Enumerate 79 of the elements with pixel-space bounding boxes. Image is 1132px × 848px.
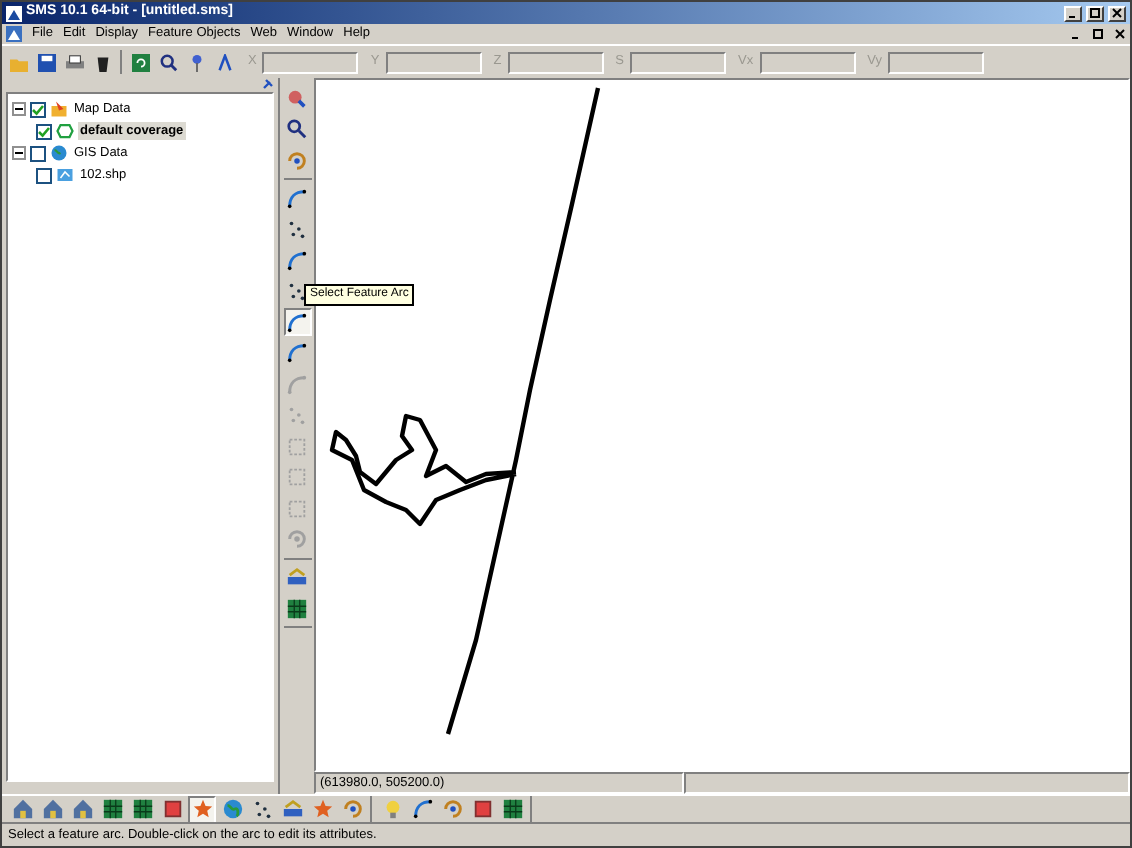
rotate-icon — [286, 149, 308, 171]
search-icon — [159, 53, 177, 71]
folder-icon — [50, 100, 68, 118]
input-field[interactable] — [887, 51, 984, 73]
toolbar-button[interactable] — [212, 50, 236, 74]
points-icon — [286, 280, 308, 302]
maximize-button[interactable] — [1086, 5, 1104, 21]
arc-icon — [286, 311, 308, 333]
arc-icon — [286, 249, 308, 271]
input-field[interactable] — [507, 51, 604, 73]
tool-button[interactable] — [283, 246, 311, 274]
shapefile-icon — [56, 166, 74, 184]
input-field[interactable] — [759, 51, 856, 73]
input-field[interactable] — [262, 51, 359, 73]
folder-icon — [9, 53, 27, 71]
rotate-icon — [286, 528, 308, 550]
tool-button[interactable] — [98, 795, 126, 823]
grid-icon — [101, 798, 123, 820]
restore-icon[interactable] — [1092, 28, 1104, 40]
print-icon — [65, 53, 83, 71]
rotate-icon — [441, 798, 463, 820]
square-icon — [286, 435, 308, 457]
app-icon — [6, 5, 22, 21]
tool-button[interactable] — [283, 308, 311, 336]
tool-button[interactable] — [498, 795, 526, 823]
tool-button[interactable] — [128, 795, 156, 823]
house-icon — [41, 798, 63, 820]
square-icon — [161, 798, 183, 820]
points-icon — [286, 404, 308, 426]
square-icon — [286, 497, 308, 519]
maximize-icon — [1090, 8, 1100, 18]
coverage-icon — [56, 122, 74, 140]
bulb-icon — [381, 798, 403, 820]
arc-icon — [411, 798, 433, 820]
close-icon — [1112, 8, 1122, 18]
close-button[interactable] — [1108, 5, 1126, 21]
globe-icon — [221, 798, 243, 820]
house-icon — [71, 798, 93, 820]
refresh-icon — [131, 53, 149, 71]
grid-icon — [286, 597, 308, 619]
arc-icon — [286, 342, 308, 364]
tool-button[interactable] — [283, 339, 311, 367]
points-icon — [251, 798, 273, 820]
rotate-icon — [341, 798, 363, 820]
toolbar-button[interactable] — [156, 50, 180, 74]
zoom-icon — [286, 87, 308, 109]
tool-button[interactable] — [283, 115, 311, 143]
save-icon — [37, 53, 55, 71]
trash-icon — [93, 53, 111, 71]
globe-icon — [50, 144, 68, 162]
toolbar-button[interactable] — [34, 50, 58, 74]
star-icon — [311, 798, 333, 820]
grid-icon — [131, 798, 153, 820]
toolbar-button[interactable] — [128, 50, 152, 74]
checkbox[interactable] — [30, 101, 46, 117]
checkbox[interactable] — [36, 123, 52, 139]
house-icon — [11, 798, 33, 820]
search-icon — [286, 118, 308, 140]
expander-icon[interactable] — [12, 146, 26, 160]
input-field[interactable] — [630, 51, 727, 73]
points-icon — [286, 218, 308, 240]
tool-button[interactable] — [283, 594, 311, 622]
checkbox[interactable] — [36, 167, 52, 183]
square-icon — [471, 798, 493, 820]
square-icon — [286, 466, 308, 488]
tool-button[interactable] — [408, 795, 436, 823]
grid-icon — [501, 798, 523, 820]
arc-icon — [286, 187, 308, 209]
input-field[interactable] — [385, 51, 482, 73]
checkbox[interactable] — [30, 145, 46, 161]
arc-icon — [286, 373, 308, 395]
star-icon — [191, 798, 213, 820]
close-icon[interactable] — [1114, 28, 1126, 40]
layers-icon — [286, 566, 308, 588]
toolbar-button[interactable] — [62, 50, 86, 74]
tool-button[interactable] — [283, 184, 311, 212]
expander-icon[interactable] — [12, 102, 26, 116]
layers-icon — [281, 798, 303, 820]
minimize-button[interactable] — [1064, 5, 1082, 21]
